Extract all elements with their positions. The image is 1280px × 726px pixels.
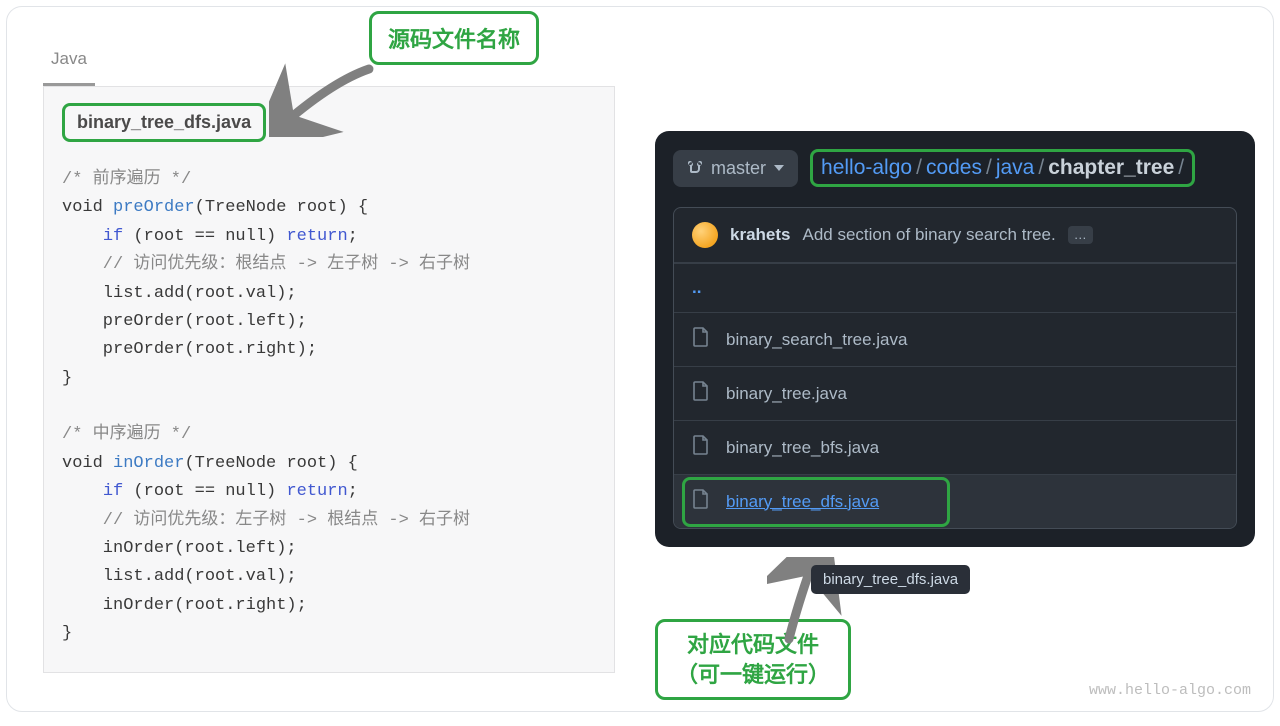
file-row[interactable]: binary_tree_bfs.java xyxy=(674,420,1236,474)
tab-java[interactable]: Java xyxy=(43,49,95,86)
code-block: /* 前序遍历 */ void preOrder(TreeNode root) … xyxy=(62,166,596,648)
file-name: binary_tree_bfs.java xyxy=(726,438,879,458)
filename-label: binary_tree_dfs.java xyxy=(62,103,266,142)
file-name: binary_search_tree.java xyxy=(726,330,907,350)
file-icon xyxy=(692,435,710,455)
file-row[interactable]: binary_search_tree.java xyxy=(674,312,1236,366)
breadcrumb-link[interactable]: codes xyxy=(926,156,982,180)
breadcrumb-link[interactable]: hello-algo xyxy=(821,156,912,180)
file-icon xyxy=(692,327,710,347)
branch-selector[interactable]: master xyxy=(673,150,798,187)
commit-author: krahets xyxy=(730,225,790,245)
label-source-filename: 源码文件名称 xyxy=(369,11,539,65)
parent-directory-link[interactable]: .. xyxy=(674,263,1236,312)
code-editor-panel: Java binary_tree_dfs.java /* 前序遍历 */ voi… xyxy=(43,49,615,673)
breadcrumb-link[interactable]: java xyxy=(996,156,1035,180)
file-row[interactable]: binary_tree.java xyxy=(674,366,1236,420)
watermark: www.hello-algo.com xyxy=(1089,682,1251,699)
file-icon xyxy=(692,489,710,509)
arrow-down-left-icon xyxy=(269,61,379,137)
file-name: binary_tree.java xyxy=(726,384,847,404)
file-icon xyxy=(692,381,710,401)
breadcrumb-current: chapter_tree xyxy=(1048,156,1174,180)
github-repo-panel: master hello-algo / codes / java / chapt… xyxy=(655,131,1255,547)
file-name: binary_tree_dfs.java xyxy=(726,492,879,512)
branch-name: master xyxy=(711,158,766,179)
ellipsis-button[interactable]: … xyxy=(1068,226,1093,244)
repo-breadcrumb: hello-algo / codes / java / chapter_tree… xyxy=(810,149,1195,187)
hover-tooltip: binary_tree_dfs.java xyxy=(811,565,970,594)
parent-label: .. xyxy=(692,278,701,298)
commit-message: Add section of binary search tree. xyxy=(802,225,1055,245)
branch-icon xyxy=(687,160,703,176)
avatar xyxy=(692,222,718,248)
latest-commit-row[interactable]: krahets Add section of binary search tre… xyxy=(674,208,1236,263)
chevron-down-icon xyxy=(774,165,784,171)
file-row[interactable]: binary_tree_dfs.java xyxy=(674,474,1236,528)
